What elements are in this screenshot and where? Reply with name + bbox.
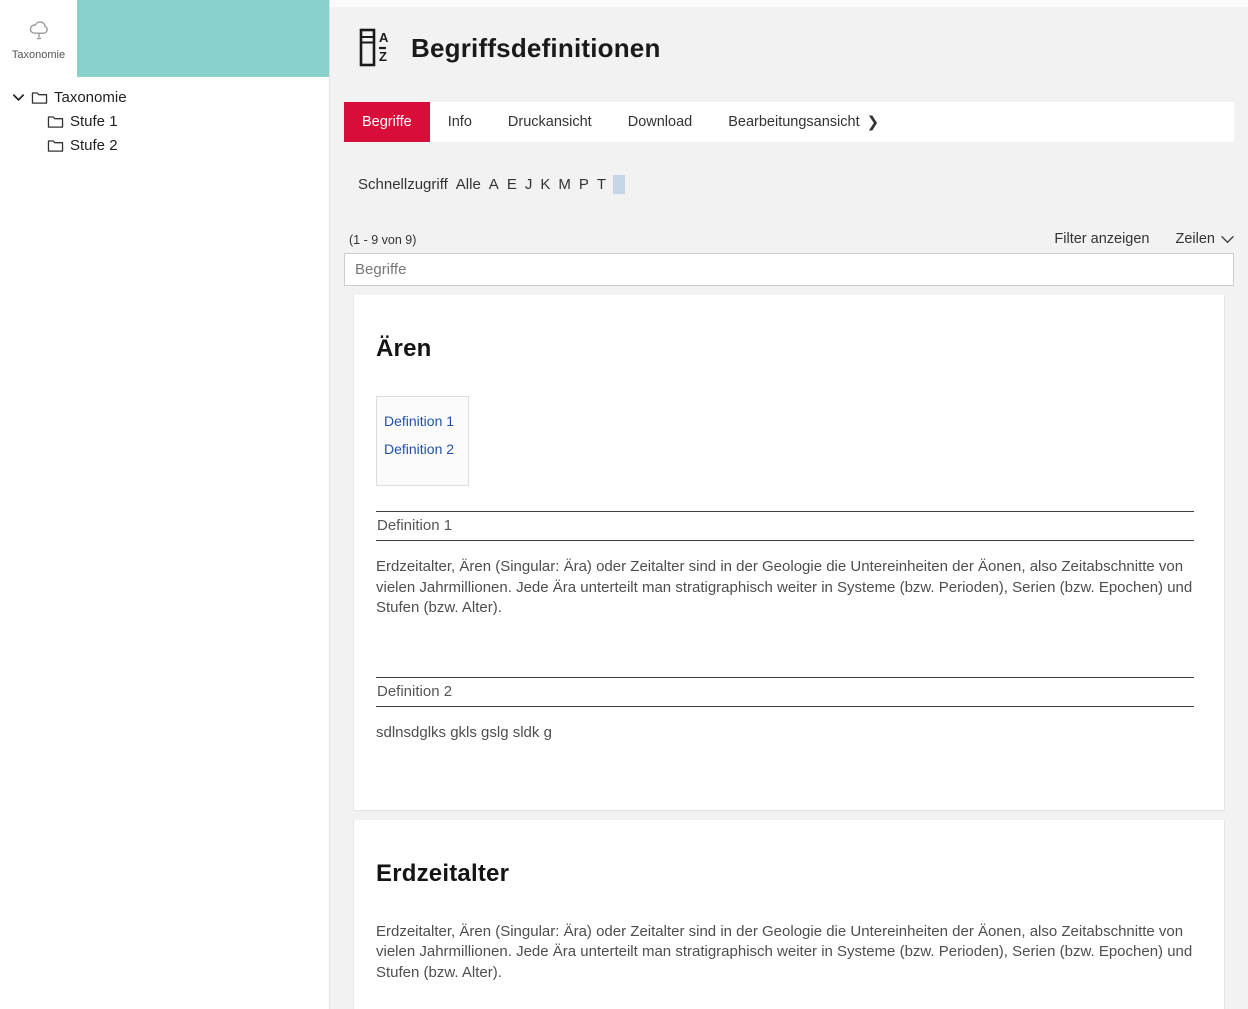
entry-title: Ären [376, 295, 1194, 363]
section-label: Definition 2 [376, 678, 1194, 706]
teal-banner [77, 0, 329, 77]
quick-access-label: Schnellzugriff [358, 176, 448, 193]
quick-access-items: Alle AEJKMPT [456, 176, 614, 193]
tab-label: Bearbeitungsansicht [728, 114, 859, 130]
sidebar: Taxonomie Taxonomie Stufe 1 Stufe 2 [0, 0, 330, 1009]
quick-access-item-j[interactable]: J [525, 176, 533, 193]
quick-access-item-t[interactable]: T [597, 176, 606, 193]
entry-card: ÄrenDefinition 1Definition 2Definition 1… [353, 295, 1225, 811]
entry-description: Erdzeitalter, Ären (Singular: Ära) oder … [376, 888, 1194, 984]
rows-toggle-label: Zeilen [1176, 231, 1216, 247]
quick-access-item-a[interactable]: A [489, 176, 499, 193]
main-top-strip [330, 0, 1248, 7]
quick-access-item-alle[interactable]: Alle [456, 176, 481, 193]
folder-icon [31, 90, 48, 105]
page-title: Begriffsdefinitionen [411, 33, 661, 64]
tab-download[interactable]: Download [610, 102, 711, 142]
tab-begriffe[interactable]: Begriffe [344, 102, 430, 142]
tree-node-child[interactable]: Stufe 2 [0, 133, 329, 157]
svg-text:Z: Z [379, 49, 387, 64]
definition-section: Definition 2sdlnsdglks gkls gslg sldk g [376, 677, 1194, 744]
tree-node-label: Stufe 1 [70, 113, 118, 130]
main-content: A Z Begriffsdefinitionen Begriffe Info Dru… [330, 0, 1248, 1009]
list-controls: (1 - 9 von 9) Filter anzeigen Zeilen [344, 231, 1234, 247]
definition-section: Definition 1Erdzeitalter, Ären (Singular… [376, 511, 1194, 619]
tree-node-label: Taxonomie [54, 89, 127, 106]
module-tab-label: Taxonomie [12, 49, 65, 61]
tab-bearbeitungsansicht[interactable]: Bearbeitungsansicht ❯ [710, 102, 897, 142]
tree-node-root[interactable]: Taxonomie [0, 85, 329, 109]
quick-access-bar: Schnellzugriff Alle AEJKMPT [358, 175, 1248, 194]
entry-title: Erdzeitalter [376, 820, 1194, 888]
definition-link[interactable]: Definition 2 [384, 441, 454, 457]
quick-access-item-p[interactable]: P [579, 176, 589, 193]
card-bottom-padding [376, 984, 1194, 1009]
entry-list: ÄrenDefinition 1Definition 2Definition 1… [344, 295, 1234, 1009]
taxonomy-tree: Taxonomie Stufe 1 Stufe 2 [0, 77, 329, 157]
table-column-header[interactable]: Begriffe [344, 253, 1234, 286]
terms-table: Begriffe ÄrenDefinition 1Definition 2Def… [344, 253, 1234, 1009]
tab-label: Download [628, 114, 693, 130]
tab-bar: Begriffe Info Druckansicht Download Bearbeit… [344, 102, 1234, 142]
tab-label: Begriffe [362, 114, 412, 130]
tab-druckansicht[interactable]: Druckansicht [490, 102, 610, 142]
section-text: Erdzeitalter, Ären (Singular: Ära) oder … [376, 541, 1194, 619]
quick-access-item-m[interactable]: M [558, 176, 571, 193]
definition-link[interactable]: Definition 1 [384, 413, 454, 429]
page-header: A Z Begriffsdefinitionen [358, 27, 1248, 69]
svg-text:A: A [379, 30, 389, 45]
section-text: sdlnsdglks gkls gslg sldk g [376, 707, 1194, 744]
entry-card: ErdzeitalterErdzeitalter, Ären (Singular… [353, 820, 1225, 1009]
card-bottom-padding [376, 744, 1194, 810]
tab-label: Info [448, 114, 472, 130]
tree-node-child[interactable]: Stufe 1 [0, 109, 329, 133]
folder-icon [47, 114, 64, 129]
tree-node-label: Stufe 2 [70, 137, 118, 154]
definition-links-box: Definition 1 Definition 2 [376, 396, 469, 486]
chevron-down-icon [1221, 235, 1234, 244]
result-count: (1 - 9 von 9) [344, 233, 416, 247]
lexicon-az-icon: A Z [358, 27, 394, 69]
rows-toggle[interactable]: Zeilen [1176, 231, 1235, 247]
section-label: Definition 1 [376, 512, 1194, 540]
module-tab-taxonomie[interactable]: Taxonomie [0, 0, 77, 77]
quick-access-item-k[interactable]: K [540, 176, 550, 193]
chevron-right-icon: ❯ [867, 113, 880, 131]
chevron-down-icon[interactable] [11, 90, 26, 105]
folder-icon [47, 138, 64, 153]
quick-access-cursor-highlight [613, 175, 625, 194]
tree-children: Stufe 1 Stufe 2 [0, 109, 329, 157]
tree-icon [26, 17, 52, 44]
quick-access-item-e[interactable]: E [507, 176, 517, 193]
tab-info[interactable]: Info [430, 102, 490, 142]
tab-label: Druckansicht [508, 114, 592, 130]
filter-toggle[interactable]: Filter anzeigen [1054, 231, 1149, 247]
sidebar-top: Taxonomie [0, 0, 329, 77]
